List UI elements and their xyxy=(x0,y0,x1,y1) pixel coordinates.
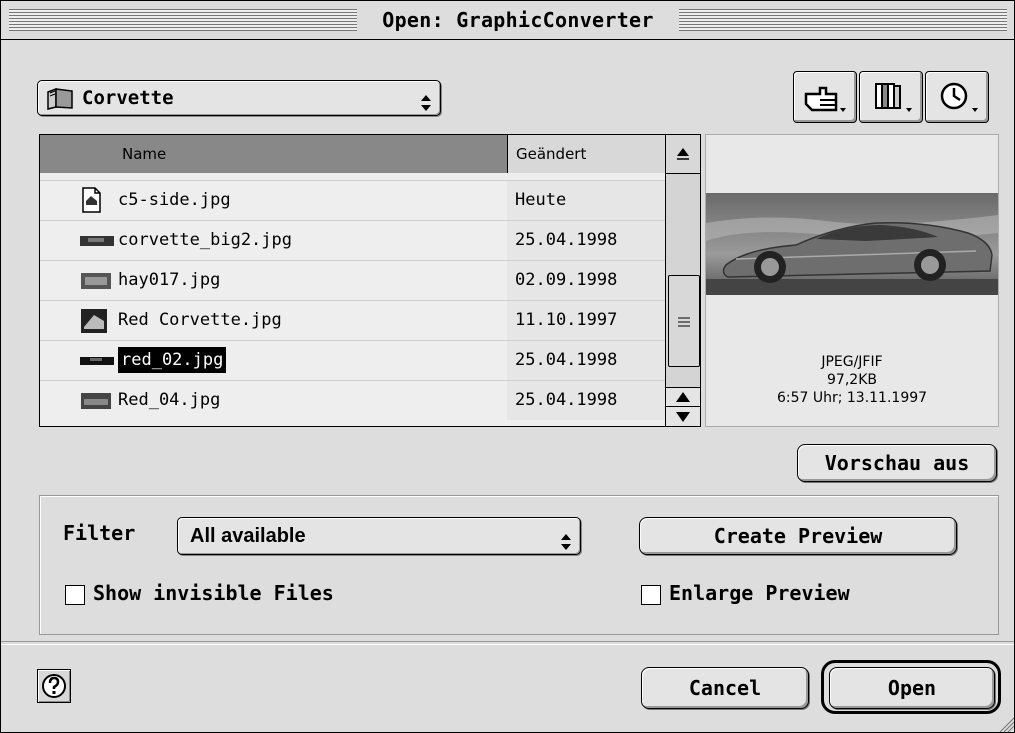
filter-popup[interactable]: All available xyxy=(177,517,581,555)
preview-toggle-button[interactable]: Vorschau aus xyxy=(797,444,997,482)
preview-size: 97,2KB xyxy=(827,372,877,388)
list-item[interactable]: Red_04.jpg 25.04.1998 xyxy=(40,381,665,420)
folder-icon xyxy=(46,87,74,121)
file-date: 02.09.1998 xyxy=(507,261,665,300)
updown-arrows-icon xyxy=(560,527,572,550)
footer-divider xyxy=(1,641,1014,645)
updown-arrows-icon xyxy=(420,89,432,111)
image-thumbnail-icon xyxy=(80,271,111,291)
show-invisible-checkbox[interactable] xyxy=(65,585,85,605)
image-thumbnail-icon xyxy=(80,351,114,371)
open-button[interactable]: Open xyxy=(829,667,995,709)
file-name: red_02.jpg xyxy=(118,347,227,373)
sort-direction-button[interactable] xyxy=(666,135,700,174)
desktop-shortcut-button[interactable] xyxy=(793,71,857,123)
file-name: Red Corvette.jpg xyxy=(118,310,282,330)
filter-popup-value: All available xyxy=(190,525,306,547)
preview-format: JPEG/JFIF xyxy=(821,354,883,370)
image-thumbnail-icon xyxy=(80,309,110,333)
list-item[interactable]: Red Corvette.jpg 11.10.1997 xyxy=(40,301,665,340)
partial-row xyxy=(40,173,665,181)
help-icon xyxy=(42,674,66,698)
grip-icon xyxy=(678,317,690,327)
image-thumbnail-icon xyxy=(80,231,114,251)
cancel-button[interactable]: Cancel xyxy=(641,667,809,709)
arrow-up-icon xyxy=(676,392,690,402)
preview-datetime: 6:57 Uhr; 13.11.1997 xyxy=(776,390,928,406)
jpeg-document-icon xyxy=(80,187,110,213)
file-name: corvette_big2.jpg xyxy=(118,230,292,250)
scroll-up-button[interactable] xyxy=(666,387,700,407)
sort-triangle-icon xyxy=(677,148,689,160)
file-date: 25.04.1998 xyxy=(507,341,665,380)
image-thumbnail-icon xyxy=(80,391,111,411)
file-list[interactable]: Name Geändert c5-side.jpg Heute corvette… xyxy=(39,134,701,427)
options-group xyxy=(39,495,999,635)
file-name: hay017.jpg xyxy=(118,270,221,290)
open-dialog: Open: GraphicConverter Corvette Name Geä… xyxy=(0,0,1015,733)
file-date: 25.04.1998 xyxy=(507,221,665,260)
create-preview-button[interactable]: Create Preview xyxy=(639,517,957,555)
vertical-scrollbar[interactable] xyxy=(665,135,700,426)
show-invisible-label[interactable]: Show invisible Files xyxy=(93,581,334,605)
file-name: Red_04.jpg xyxy=(118,390,221,410)
list-item-selected[interactable]: red_02.jpg 25.04.1998 xyxy=(40,341,665,380)
resize-grip[interactable] xyxy=(994,712,1014,732)
folder-popup-label: Corvette xyxy=(82,87,174,109)
recent-items-button[interactable] xyxy=(925,71,989,123)
enlarge-preview-label[interactable]: Enlarge Preview xyxy=(669,581,850,605)
resize-grip-icon xyxy=(999,717,1014,732)
list-item[interactable]: c5-side.jpg Heute xyxy=(40,181,665,220)
column-header-name[interactable]: Name xyxy=(40,135,507,174)
enlarge-preview-checkbox[interactable] xyxy=(641,585,661,605)
filter-label: Filter xyxy=(63,521,136,545)
preview-pane: JPEG/JFIF 97,2KB 6:57 Uhr; 13.11.1997 xyxy=(705,134,999,427)
help-button[interactable] xyxy=(37,669,71,703)
preview-image xyxy=(706,193,998,295)
title-bar[interactable]: Open: GraphicConverter xyxy=(1,1,1014,40)
scroll-down-button[interactable] xyxy=(666,406,700,426)
window-title: Open: GraphicConverter xyxy=(357,5,679,35)
folder-popup[interactable]: Corvette xyxy=(37,80,441,116)
file-name: c5-side.jpg xyxy=(118,190,231,210)
arrow-down-icon xyxy=(676,412,690,422)
file-date: 11.10.1997 xyxy=(507,301,665,340)
scroll-thumb[interactable] xyxy=(668,275,700,367)
list-item[interactable]: corvette_big2.jpg 25.04.1998 xyxy=(40,221,665,260)
favorites-button[interactable] xyxy=(859,71,923,123)
column-header-modified[interactable]: Geändert xyxy=(507,135,666,174)
file-date: Heute xyxy=(507,181,665,220)
file-date: 25.04.1998 xyxy=(507,381,665,420)
list-item[interactable]: hay017.jpg 02.09.1998 xyxy=(40,261,665,300)
